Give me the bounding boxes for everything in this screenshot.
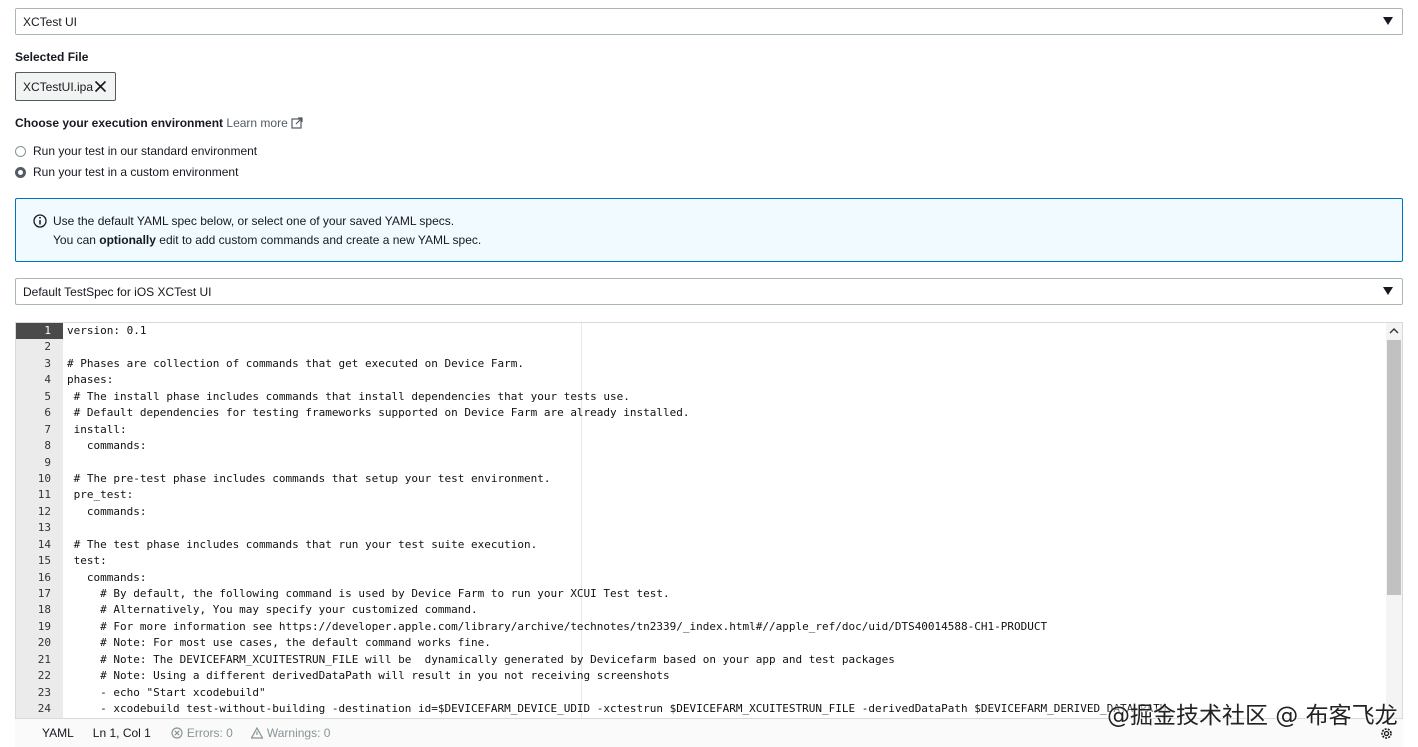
info-alert: Use the default YAML spec below, or sele…	[15, 198, 1403, 262]
line-number: 7	[44, 422, 51, 436]
code-line[interactable]: pre_test:	[67, 487, 1387, 503]
code-line[interactable]	[67, 455, 1387, 471]
line-number-gutter: 1 2 3 4 5 6 7 8 9 10 11 12 13 14 15 16 17 18 19 20 21 22 23 24	[16, 323, 63, 718]
line-number: 5	[44, 389, 51, 403]
code-line[interactable]: # Note: The DEVICEFARM_XCUITESTRUN_FILE …	[67, 652, 1387, 668]
code-line[interactable]: install:	[67, 422, 1387, 438]
line-number: 16	[37, 570, 51, 584]
watermark: @掘金技术社区 @ 布客飞龙	[1107, 703, 1398, 729]
info-line-2: You can optionally edit to add custom co…	[53, 233, 481, 247]
code-line[interactable]: test:	[67, 553, 1387, 569]
line-number: 2	[44, 340, 51, 354]
learn-more-link[interactable]: Learn more	[226, 116, 303, 130]
test-type-select-value: XCTest UI	[23, 14, 78, 29]
line-number: 12	[37, 504, 51, 518]
editor-mode: YAML	[42, 726, 74, 740]
test-type-select[interactable]: XCTest UI	[15, 8, 1403, 35]
radio-custom-environment[interactable]: Run your test in a custom environment	[15, 165, 238, 179]
line-number: 20	[37, 636, 51, 650]
code-line[interactable]: version: 0.1	[67, 323, 1387, 339]
code-line[interactable]: # The pre-test phase includes commands t…	[67, 471, 1387, 487]
line-number: 3	[44, 356, 51, 370]
code-line[interactable]: # By default, the following command is u…	[67, 586, 1387, 602]
code-line[interactable]: # Note: Using a different derivedDataPat…	[67, 668, 1387, 684]
line-number: 19	[37, 619, 51, 633]
errors-count[interactable]: Errors: 0	[171, 726, 233, 740]
cursor-position: Ln 1, Col 1	[92, 726, 151, 740]
warnings-text: Warnings: 0	[266, 726, 331, 740]
radio-button-unchecked[interactable]	[15, 145, 26, 157]
code-line[interactable]: commands:	[67, 570, 1387, 586]
warnings-count[interactable]: Warnings: 0	[250, 726, 331, 740]
line-number: 1	[16, 323, 63, 340]
selected-file-name: XCTestUI.ipa	[23, 79, 94, 94]
selected-file-label: Selected File	[15, 50, 89, 64]
radio-custom-label: Run your test in a custom environment	[33, 165, 239, 179]
line-number: 17	[37, 587, 51, 600]
line-number: 24	[37, 702, 51, 716]
close-icon[interactable]	[94, 80, 107, 93]
code-area[interactable]: version: 0.1 # Phases are collection of c…	[67, 323, 1387, 718]
info-line-2-bold: optionally	[99, 233, 156, 247]
line-number: 10	[37, 471, 51, 485]
learn-more-text: Learn more	[226, 116, 288, 130]
code-line[interactable]	[67, 339, 1387, 355]
environment-heading: Choose your execution environment Learn …	[15, 116, 303, 130]
error-icon	[171, 727, 183, 739]
line-number: 18	[37, 603, 51, 617]
code-line[interactable]	[67, 520, 1387, 536]
info-line-2-suffix: edit to add custom commands and create a…	[155, 233, 482, 247]
line-number: 8	[44, 439, 51, 453]
selected-file-chip: XCTestUI.ipa	[15, 72, 116, 101]
code-line[interactable]: # Phases are collection of commands that…	[67, 356, 1387, 372]
info-icon	[33, 214, 47, 228]
line-number: 4	[44, 373, 51, 387]
line-number: 21	[37, 652, 51, 666]
yaml-editor[interactable]: 1 2 3 4 5 6 7 8 9 10 11 12 13 14 15 16 17 18 19 20 21 22 23 24 …	[15, 322, 1403, 747]
vertical-scrollbar[interactable]	[1386, 323, 1402, 718]
code-line[interactable]: # The install phase includes commands th…	[67, 389, 1387, 405]
environment-heading-text: Choose your execution environment	[15, 116, 224, 130]
info-line-2-prefix: You can	[53, 233, 100, 247]
line-number: 23	[37, 685, 51, 699]
caret-down-icon	[1383, 17, 1393, 25]
code-line[interactable]: # Note: For most use cases, the default …	[67, 635, 1387, 651]
code-line[interactable]: # Default dependencies for testing frame…	[67, 405, 1387, 421]
code-line[interactable]: phases:	[67, 372, 1387, 388]
line-number: 22	[37, 669, 51, 683]
radio-button-checked[interactable]	[15, 166, 26, 178]
code-line[interactable]: commands:	[67, 438, 1387, 454]
line-number: 14	[37, 537, 51, 551]
line-number: 9	[44, 455, 51, 469]
external-link-icon	[291, 117, 303, 129]
testspec-select-value: Default TestSpec for iOS XCTest UI	[23, 284, 212, 299]
line-number: 6	[44, 406, 51, 420]
warning-icon	[250, 727, 263, 739]
testspec-select[interactable]: Default TestSpec for iOS XCTest UI	[15, 278, 1403, 305]
info-line-1: Use the default YAML spec below, or sele…	[53, 214, 455, 228]
code-line[interactable]: commands:	[67, 504, 1387, 520]
code-line[interactable]: # Alternatively, You may specify your cu…	[67, 602, 1387, 618]
line-number: 13	[37, 521, 51, 535]
radio-standard-label: Run your test in our standard environmen…	[33, 144, 258, 158]
caret-down-icon	[1383, 287, 1393, 295]
code-line[interactable]: # For more information see https://devel…	[67, 619, 1387, 635]
chevron-up-icon[interactable]	[1389, 327, 1399, 334]
scrollbar-thumb[interactable]	[1387, 340, 1401, 595]
errors-text: Errors: 0	[186, 726, 233, 740]
line-number: 15	[37, 554, 51, 568]
radio-standard-environment[interactable]: Run your test in our standard environmen…	[15, 144, 257, 158]
line-number: 11	[37, 488, 51, 502]
code-line[interactable]: # The test phase includes commands that …	[67, 537, 1387, 553]
